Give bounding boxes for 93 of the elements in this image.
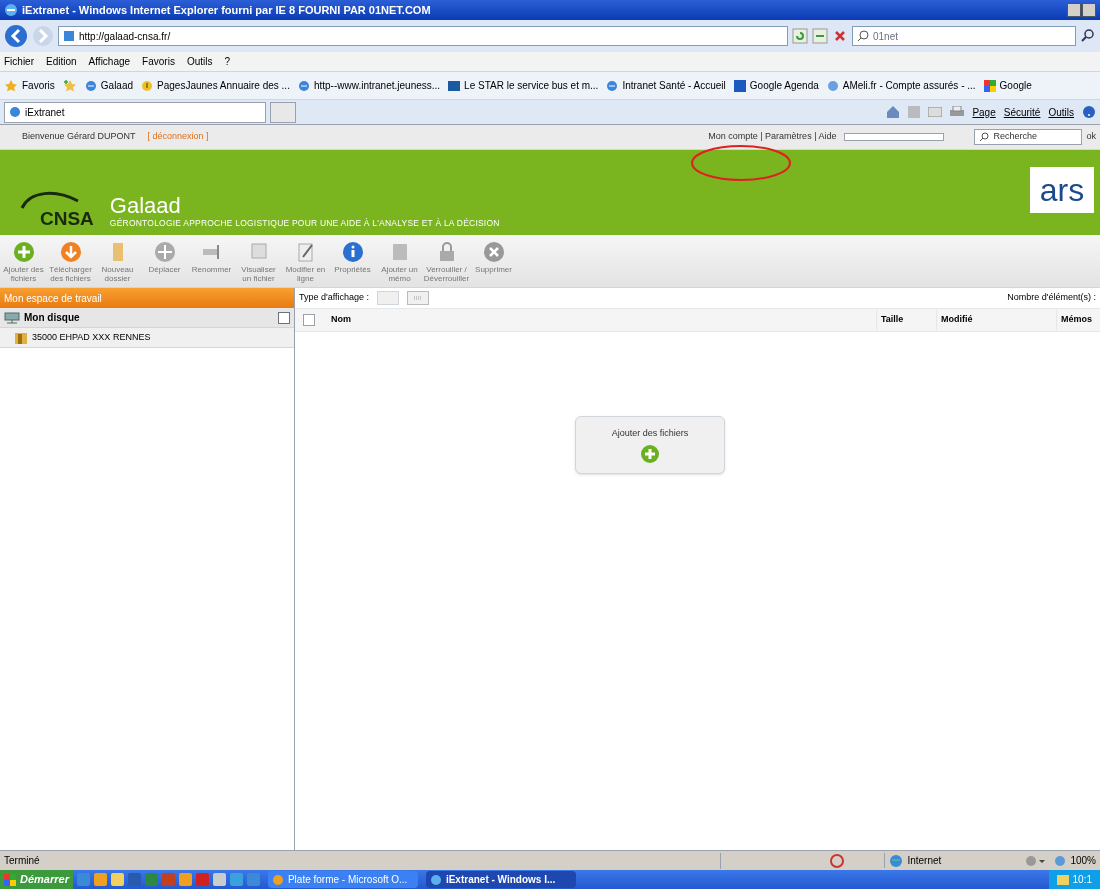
network-drive-icon (4, 311, 20, 324)
org-logo-text: CNSA (40, 209, 94, 228)
favorite-link[interactable]: Intranet Santé - Accueil (606, 78, 726, 93)
partner-logo-text: ars (1039, 174, 1085, 206)
protected-mode-icon[interactable] (1024, 854, 1047, 867)
search-placeholder: 01net (873, 29, 899, 44)
ie-logo-icon (9, 106, 21, 118)
toolbar-button[interactable]: Nouveau dossier (96, 241, 139, 283)
search-icon (857, 30, 869, 42)
add-favorite-icon[interactable] (62, 78, 77, 93)
welcome-text: Bienvenue Gérard DUPONT (22, 130, 136, 144)
refresh-icon[interactable] (792, 28, 808, 44)
count-label: Nombre d'élément(s) : (1007, 291, 1096, 305)
maximize-button[interactable] (1082, 3, 1096, 17)
zone-text: Internet (907, 854, 942, 868)
menu-item[interactable]: ? (224, 54, 231, 69)
toolbar-button[interactable]: Visualiser un fichier (237, 241, 280, 283)
favorite-link[interactable]: Galaad (84, 78, 134, 93)
column-header[interactable]: Nom (327, 309, 876, 331)
favorite-link[interactable]: Google (983, 78, 1032, 93)
delete-icon (482, 241, 505, 263)
menu-item[interactable]: Edition (46, 54, 77, 69)
plus-icon (12, 241, 35, 263)
favorites-button[interactable]: Favoris (4, 78, 55, 93)
account-links[interactable]: Mon compte | Paramètres | Aide (708, 130, 837, 144)
search-field[interactable]: Recherche (974, 129, 1083, 145)
info-icon (341, 241, 364, 263)
view-label: Type d'affichage : (299, 291, 370, 305)
toolbar-button[interactable]: Ajouter des fichiers (2, 241, 45, 283)
windows-flag-icon (4, 873, 16, 886)
ie-logo-icon (4, 3, 18, 17)
browser-tab[interactable]: iExtranet (4, 101, 266, 123)
panel-header: Mon espace de travail (0, 288, 294, 308)
squares-icon (983, 79, 996, 92)
toolbar-button[interactable]: Renommer (190, 241, 233, 274)
favorite-link[interactable]: PagesJaunes Annuaire des ... (141, 78, 290, 93)
toolbar-button[interactable]: Déplacer (143, 241, 186, 274)
toolbar-button[interactable]: Verrouiller / Déverrouiller (425, 241, 468, 283)
new-tab-button[interactable] (270, 101, 296, 123)
favorite-link[interactable]: Google Agenda (733, 78, 819, 93)
logo-icon (826, 79, 839, 92)
menu-item[interactable]: Affichage (88, 54, 131, 69)
home-icon[interactable] (886, 105, 901, 119)
back-icon[interactable] (4, 24, 28, 48)
arc-logo-icon (20, 189, 80, 209)
favorite-link[interactable]: Le STAR le service bus et m... (448, 78, 599, 93)
command-menu[interactable]: Page (972, 104, 996, 120)
help-icon[interactable] (1082, 105, 1096, 119)
column-header[interactable]: Taille (876, 309, 936, 331)
select-all-checkbox[interactable] (303, 314, 315, 326)
printer-icon[interactable] (950, 106, 965, 118)
favorite-link[interactable]: http--www.intranet.jeuness... (297, 78, 441, 93)
plus-icon (640, 443, 660, 464)
taskbar-window[interactable]: Plate forme - Microsoft O... (267, 871, 418, 888)
app-subtitle: GÉRONTOLOGIE APPROCHE LOGISTIQUE POUR UNE AIDE À L'ANALYSE ET À LA DÉCISION (109, 217, 500, 230)
minimize-button[interactable] (1067, 3, 1081, 17)
favorite-link[interactable]: AMeli.fr - Compte assurés - ... (826, 78, 976, 93)
search-icon (979, 132, 990, 142)
menu-item[interactable]: Fichier (4, 54, 34, 69)
download-icon (59, 241, 82, 263)
start-button[interactable]: Démarrer (0, 870, 73, 889)
toolbar-button[interactable]: Supprimer (472, 241, 515, 274)
window-title: iExtranet - Windows Internet Explorer fourni par IE 8 FOURNI PAR 01NET.COM (22, 2, 431, 18)
collapse-button[interactable] (278, 311, 290, 324)
toolbar-button[interactable]: Ajouter un mémo (378, 241, 421, 283)
zoom-button[interactable]: 100% (1054, 853, 1096, 868)
command-menu[interactable]: Sécurité (1003, 104, 1041, 120)
search-placeholder: Recherche (993, 130, 1037, 144)
toolbar-button[interactable]: Modifier en ligne (284, 241, 327, 283)
disk-label[interactable]: Mon disque (24, 310, 80, 325)
taskbar-window[interactable]: iExtranet - Windows I... (425, 871, 576, 888)
address-field[interactable]: http://galaad-cnsa.fr/ (58, 26, 788, 46)
toolbar-button[interactable]: Télécharger des fichiers (49, 241, 92, 283)
folder-row[interactable]: 35000 EHPAD XXX RENNES (0, 328, 294, 348)
blocked-icon (830, 853, 845, 868)
search-icon[interactable] (1080, 28, 1096, 44)
toolbar-button[interactable]: Propriétés (331, 241, 374, 274)
status-text: Terminé (4, 854, 40, 868)
ok-button[interactable]: ok (1086, 130, 1096, 144)
list-view-button[interactable] (377, 291, 400, 305)
url-text: http://galaad-cnsa.fr/ (79, 29, 171, 44)
command-menu[interactable]: Outils (1048, 104, 1074, 120)
add-files-button[interactable]: Ajouter des fichiers (575, 416, 725, 474)
star-icon (4, 78, 18, 93)
clock-text: 10:1 (1072, 873, 1092, 887)
grid-view-icon[interactable] (407, 291, 430, 305)
menu-item[interactable]: Outils (186, 54, 213, 69)
search-field[interactable]: 01net (852, 26, 1076, 46)
app-title: Galaad (109, 195, 182, 218)
column-header[interactable]: Mémos (1056, 309, 1100, 331)
column-header[interactable]: Modifié (936, 309, 1056, 331)
move-icon (153, 241, 176, 263)
menu-item[interactable]: Favoris (142, 54, 175, 69)
